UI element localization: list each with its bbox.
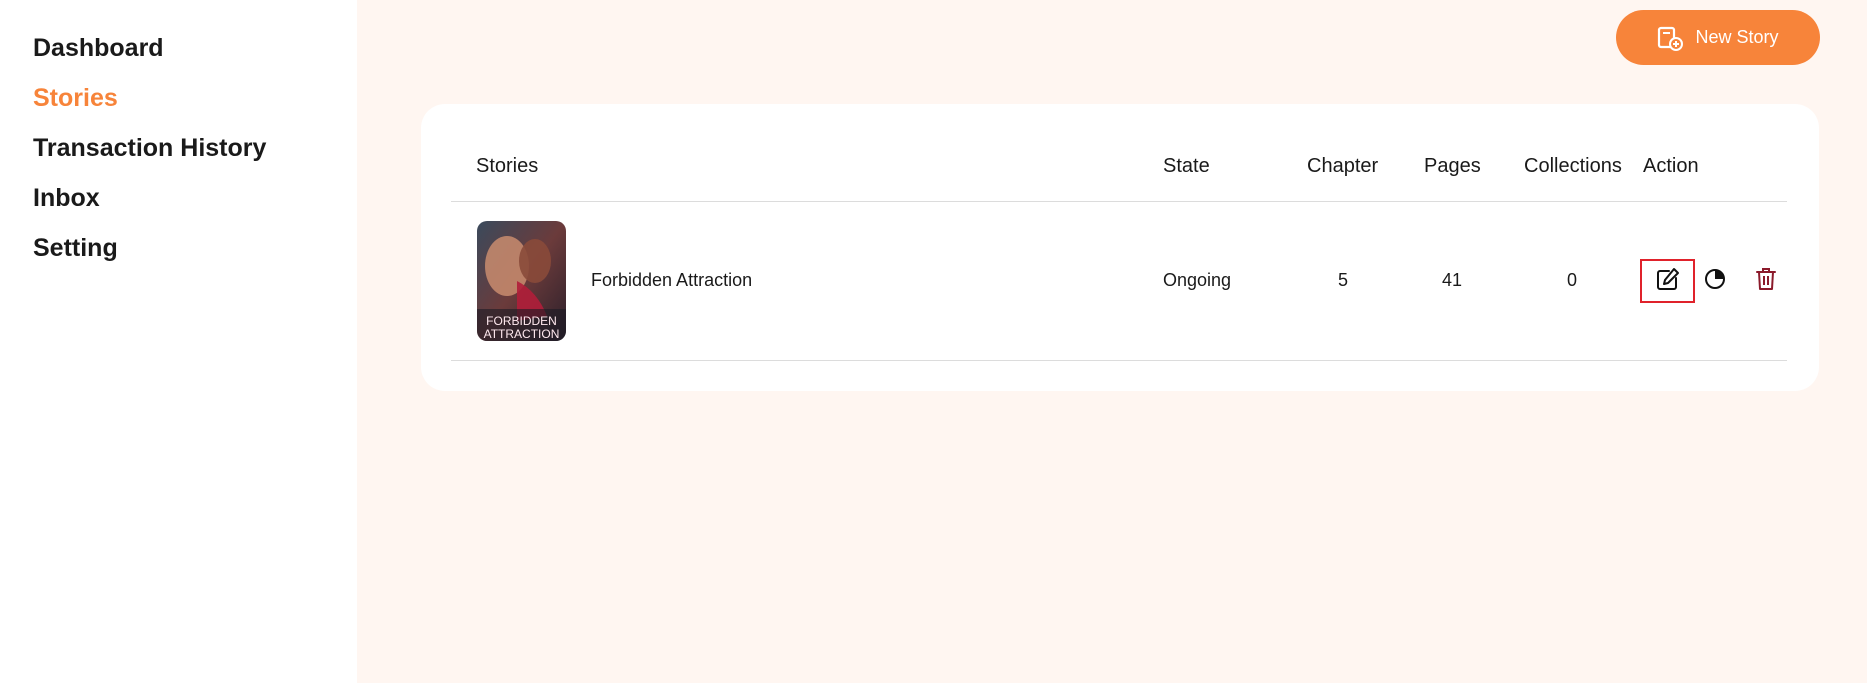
story-state: Ongoing xyxy=(1163,270,1232,290)
edit-icon xyxy=(1655,266,1681,297)
story-cover-image[interactable]: FORBIDDEN ATTRACTION xyxy=(477,221,566,341)
column-header-state[interactable]: State xyxy=(1163,155,1210,178)
new-document-icon xyxy=(1657,25,1684,51)
sidebar-item-stories[interactable]: Stories xyxy=(33,84,118,113)
stats-pie-icon xyxy=(1703,267,1727,296)
cover-title-line2: ATTRACTION xyxy=(484,327,560,341)
delete-story-button[interactable] xyxy=(1754,267,1778,295)
column-header-collections[interactable]: Collections xyxy=(1524,155,1622,178)
column-header-stories[interactable]: Stories xyxy=(476,155,538,178)
story-title[interactable]: Forbidden Attraction xyxy=(591,270,752,291)
column-header-action: Action xyxy=(1643,155,1699,177)
row-divider xyxy=(451,360,1787,361)
stories-table-card xyxy=(421,104,1819,391)
column-header-pages[interactable]: Pages xyxy=(1424,155,1481,178)
sidebar-item-dashboard[interactable]: Dashboard xyxy=(33,34,164,63)
sidebar-item-transaction-history[interactable]: Transaction History xyxy=(33,134,266,163)
trash-icon xyxy=(1754,266,1778,297)
cover-title-line1: FORBIDDEN xyxy=(486,314,557,328)
story-pages-count: 41 xyxy=(1441,270,1463,290)
story-chapter-count: 5 xyxy=(1337,270,1348,290)
sidebar-item-setting[interactable]: Setting xyxy=(33,234,118,263)
story-stats-button[interactable] xyxy=(1703,267,1727,295)
edit-story-button[interactable] xyxy=(1640,259,1695,303)
new-story-button[interactable]: New Story xyxy=(1616,10,1820,65)
header-divider xyxy=(451,201,1787,202)
sidebar: Dashboard Stories Transaction History In… xyxy=(0,0,357,683)
story-collections-count: 0 xyxy=(1566,270,1577,290)
column-header-chapter[interactable]: Chapter xyxy=(1307,155,1378,178)
new-story-label: New Story xyxy=(1695,27,1779,47)
sidebar-item-inbox[interactable]: Inbox xyxy=(33,184,100,213)
